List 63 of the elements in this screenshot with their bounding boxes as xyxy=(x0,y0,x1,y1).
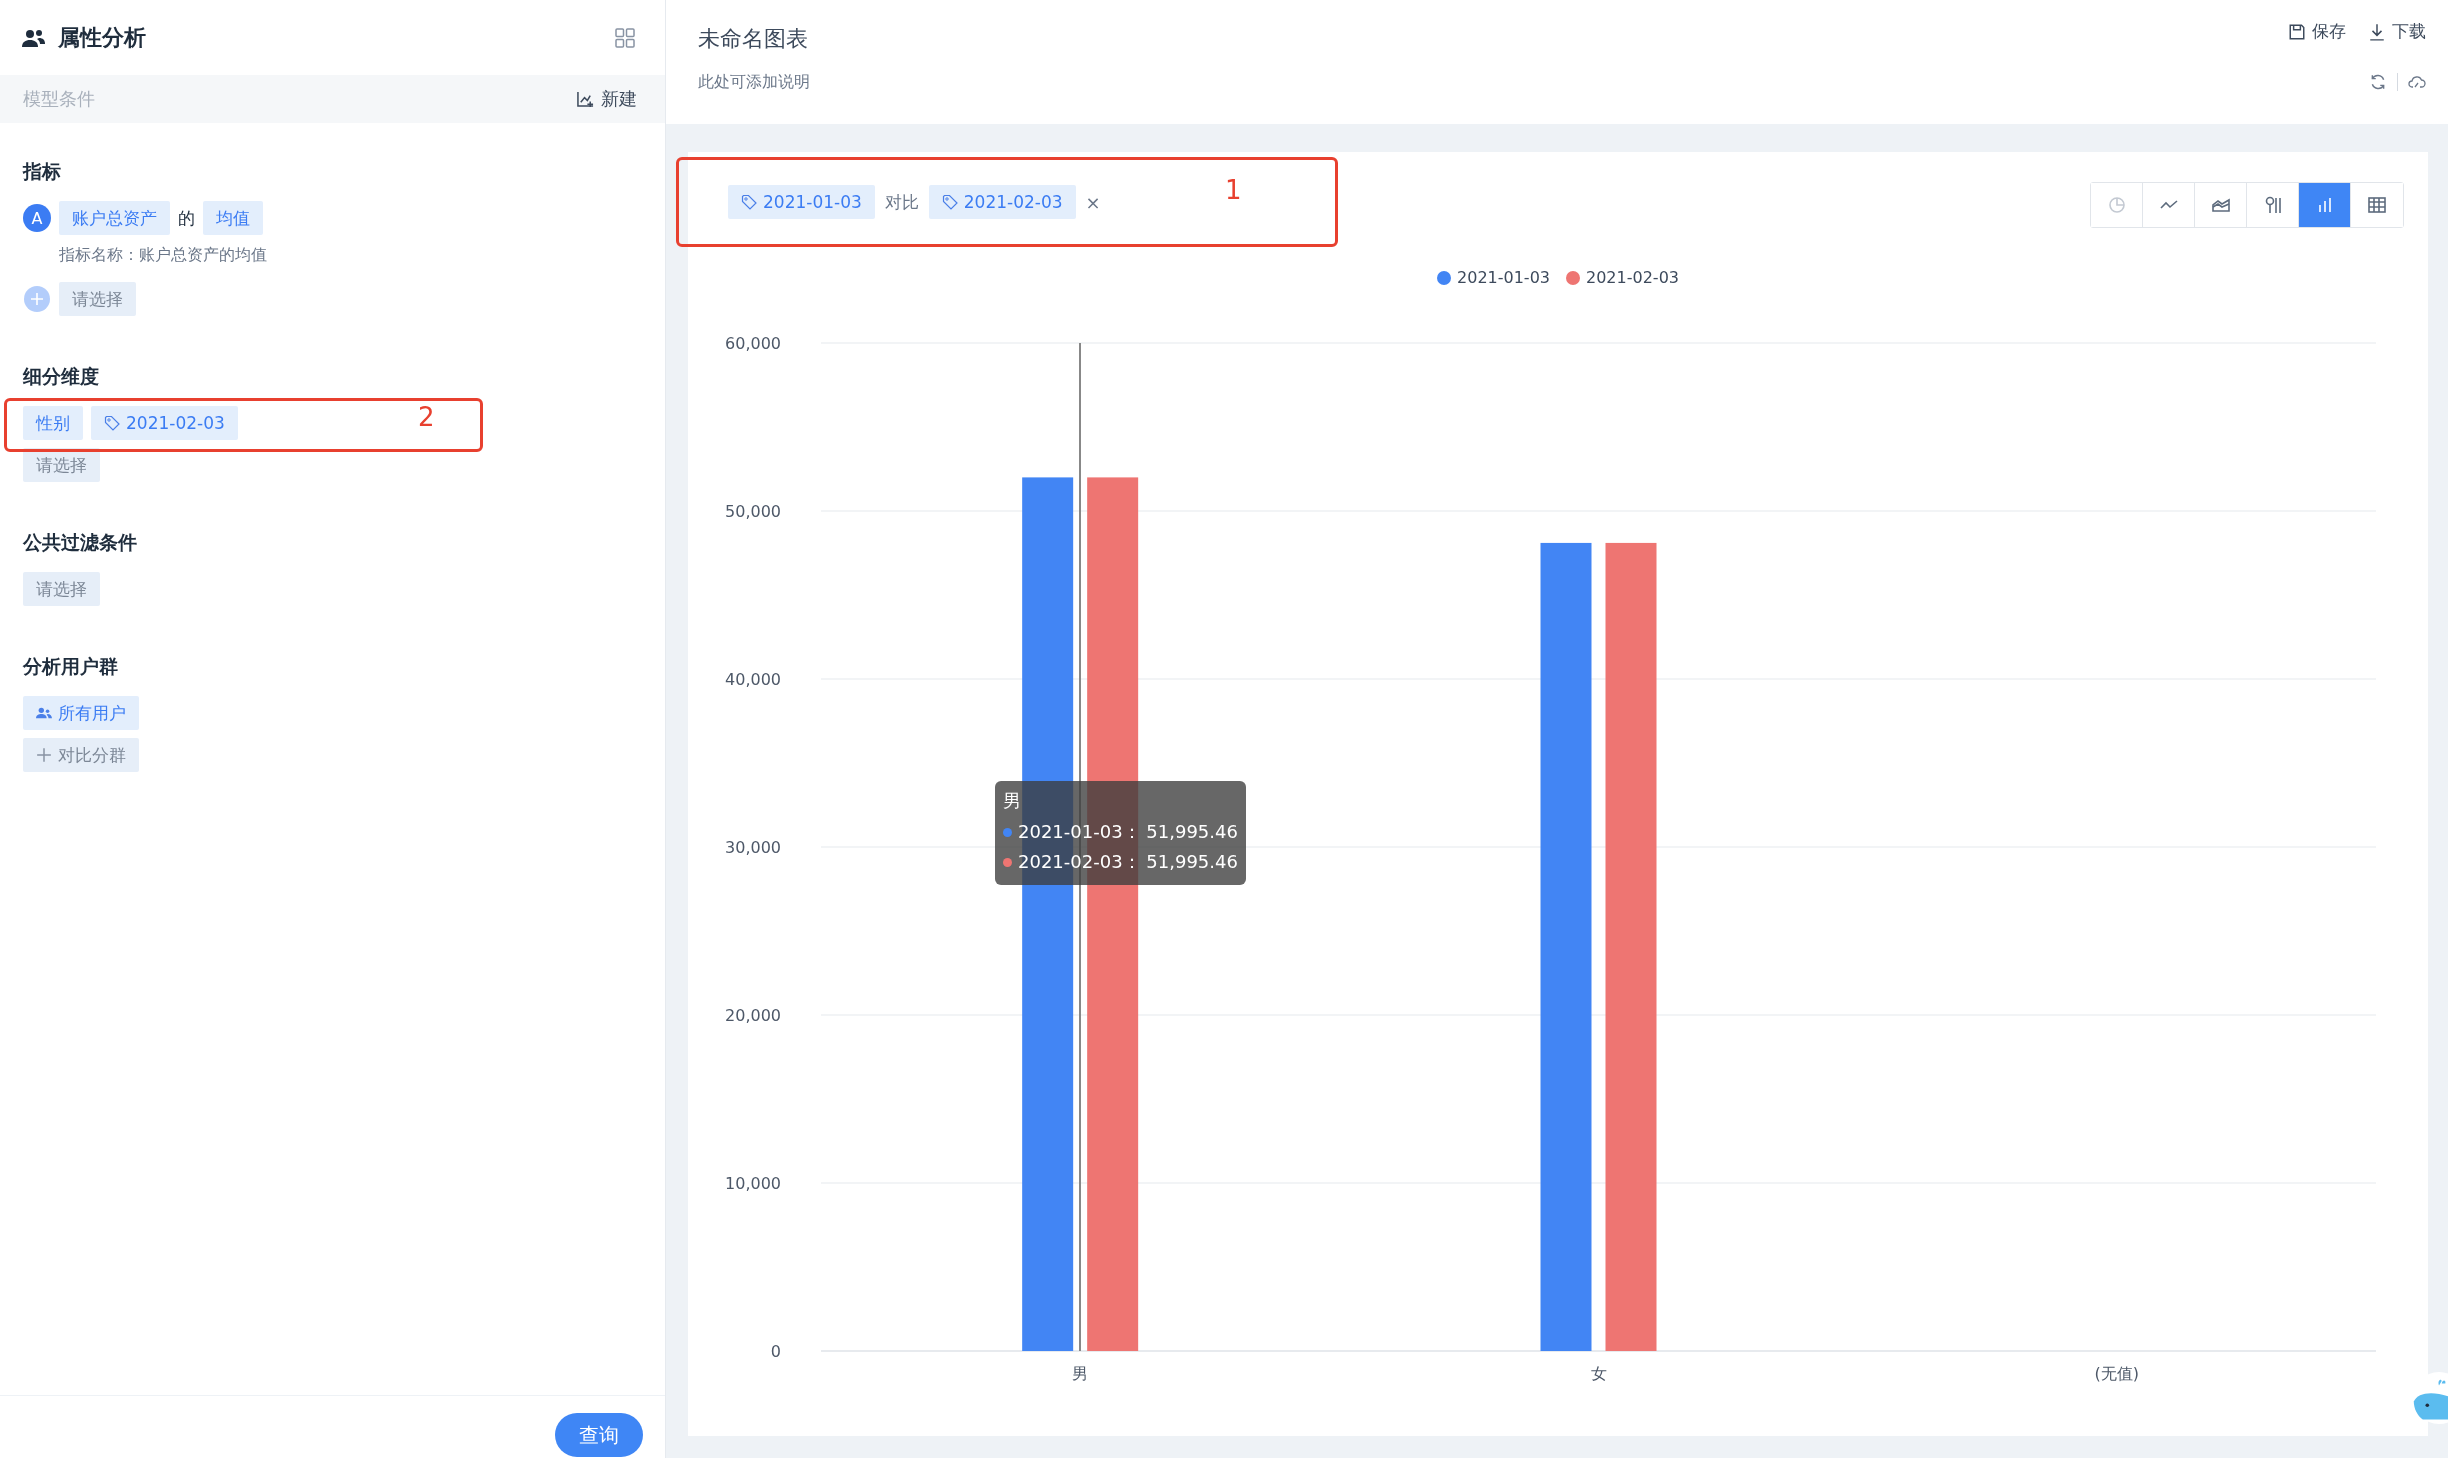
date-tag[interactable]: 2021-01-03 xyxy=(728,185,875,219)
pie-chart-icon xyxy=(2106,195,2127,215)
select-placeholder[interactable]: 请选择 xyxy=(59,282,136,316)
tooltip-dot xyxy=(1003,857,1012,867)
table-chart-icon xyxy=(2367,195,2387,215)
y-tick-label: 10,000 xyxy=(725,1174,781,1193)
y-tick-label: 0 xyxy=(770,1342,781,1361)
select-placeholder[interactable]: 请选择 xyxy=(23,572,100,606)
legend-label[interactable]: 2021-02-03 xyxy=(1586,268,1679,287)
date-tag[interactable]: 2021-02-03 xyxy=(91,406,238,440)
tooltip-title: 男 xyxy=(1003,789,1022,813)
joiner-text: 的 xyxy=(178,206,195,230)
users-icon xyxy=(22,27,46,48)
panel-title: 属性分析 xyxy=(58,23,147,52)
annotation-number: 2 xyxy=(418,402,435,432)
x-tick-label: (无值) xyxy=(2094,1364,2140,1383)
section-heading: 细分维度 xyxy=(23,364,100,389)
bar-chart-button[interactable] xyxy=(2299,183,2351,227)
chart-plus-icon xyxy=(576,90,595,108)
legend-label[interactable]: 2021-01-03 xyxy=(1457,268,1550,287)
tag-icon xyxy=(941,194,958,210)
grid-icon[interactable] xyxy=(615,27,635,48)
x-tick-label: 男 xyxy=(1072,1364,1089,1383)
y-tick-label: 20,000 xyxy=(725,1006,781,1025)
tag-icon xyxy=(741,194,757,210)
compare-label: 对比 xyxy=(884,190,919,214)
cloud-icon[interactable] xyxy=(2408,73,2426,91)
tag-icon xyxy=(104,415,120,431)
new-button[interactable]: 新建 xyxy=(576,87,637,111)
annotation-number: 1 xyxy=(1225,175,1242,205)
dimension-tag[interactable]: 性别 xyxy=(23,406,83,440)
segment-tag[interactable]: 所有用户 xyxy=(23,696,139,730)
x-tick-label: 女 xyxy=(1590,1364,1607,1383)
y-tick-label: 50,000 xyxy=(725,502,781,521)
remove-button[interactable]: × xyxy=(1085,191,1101,213)
section-heading: 公共过滤条件 xyxy=(23,530,138,555)
refresh-icon[interactable] xyxy=(2369,73,2387,91)
conditions-label: 模型条件 xyxy=(23,87,95,111)
metric-badge: A xyxy=(23,204,51,232)
save-button[interactable]: 保存 xyxy=(2288,20,2346,43)
select-placeholder[interactable]: 请选择 xyxy=(23,448,100,482)
aggregate-tag[interactable]: 均值 xyxy=(203,201,263,235)
chart-description[interactable]: 此处可添加说明 xyxy=(698,72,810,93)
y-tick-label: 30,000 xyxy=(725,838,781,857)
tooltip-text: 2021-01-03： 51,995.46 xyxy=(1018,820,1238,844)
section-heading: 指标 xyxy=(23,159,62,184)
save-icon xyxy=(2288,22,2306,41)
compare-segment-button[interactable]: 对比分群 xyxy=(23,738,139,772)
plus-icon xyxy=(36,747,52,763)
users-icon xyxy=(36,705,52,721)
tooltip-dot xyxy=(1003,827,1012,837)
section-heading: 分析用户群 xyxy=(23,654,119,679)
metric-caption: 指标名称：账户总资产的均值 xyxy=(59,245,268,266)
date-tag[interactable]: 2021-02-03 xyxy=(928,185,1076,219)
download-icon xyxy=(2368,22,2386,41)
metric-field-tag[interactable]: 账户总资产 xyxy=(59,201,170,235)
y-tick-label: 60,000 xyxy=(725,334,781,353)
plus-icon[interactable] xyxy=(23,285,51,313)
chart-title[interactable]: 未命名图表 xyxy=(698,24,810,54)
query-button[interactable]: 查询 xyxy=(555,1413,643,1457)
tooltip-text: 2021-02-03： 51,995.46 xyxy=(1018,850,1238,874)
y-tick-label: 40,000 xyxy=(725,670,781,689)
download-button[interactable]: 下载 xyxy=(2368,20,2426,43)
